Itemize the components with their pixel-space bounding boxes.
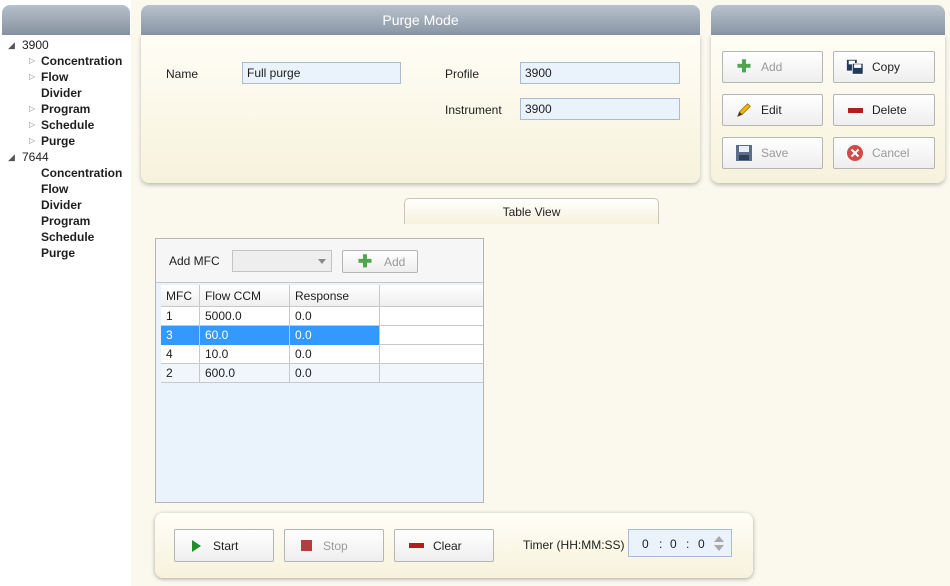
mfc-select[interactable]: [232, 250, 332, 272]
cell-flow-ccm[interactable]: 5000.0: [200, 307, 290, 326]
tree-item-divider[interactable]: Divider: [0, 85, 131, 101]
tree-panel-header: [2, 5, 130, 35]
cell-mfc[interactable]: 1: [161, 307, 200, 326]
cell-response[interactable]: 0.0: [290, 326, 380, 345]
profile-label: Profile: [445, 67, 480, 81]
run-control-panel: Start Stop Clear Timer (HH:MM:SS) 0 : 0 …: [155, 513, 753, 578]
copy-button[interactable]: Copy: [833, 51, 935, 83]
timer-input[interactable]: 0 : 0 : 0: [628, 529, 732, 557]
cell-flow-ccm[interactable]: 60.0: [200, 326, 290, 345]
delete-button[interactable]: Delete: [833, 94, 935, 126]
plus-icon: ✚: [357, 251, 373, 271]
timer-separator: :: [686, 537, 690, 551]
expanded-arrow-icon[interactable]: ◢: [8, 37, 15, 53]
timer-separator: :: [659, 537, 663, 551]
table-row[interactable]: 3 60.0 0.0: [161, 326, 483, 345]
cell-response[interactable]: 0.0: [290, 345, 380, 364]
instrument-label: Instrument: [445, 103, 502, 117]
start-button[interactable]: Start: [174, 529, 274, 562]
cell-filler: [380, 345, 483, 364]
mfc-toolbar: Add MFC ✚ Add: [156, 239, 483, 283]
timer-hours[interactable]: 0: [642, 537, 649, 551]
mfc-table: MFC Flow CCM Response 1 5000.0 0.0 3 60.…: [161, 285, 483, 383]
profile-field[interactable]: 3900: [520, 62, 680, 84]
minus-icon: [846, 101, 864, 119]
spin-down-icon[interactable]: [714, 545, 724, 551]
purge-mode-header: Purge Mode: [141, 5, 700, 35]
minus-icon: [407, 537, 425, 555]
copy-icon: [846, 58, 864, 76]
cell-filler: [380, 364, 483, 383]
tree-item-divider[interactable]: Divider: [0, 197, 131, 213]
tree-item-schedule[interactable]: ▷ Schedule: [0, 117, 131, 133]
tree-item-purge[interactable]: Purge: [0, 245, 131, 261]
mfc-grid-panel: Add MFC ✚ Add MFC Flow CCM Response 1 50…: [155, 238, 484, 503]
chevron-down-icon: [318, 259, 326, 264]
collapsed-arrow-icon[interactable]: ▷: [29, 53, 35, 69]
add-mfc-button[interactable]: ✚ Add: [342, 250, 418, 273]
add-button[interactable]: ✚ Add: [722, 51, 823, 83]
instrument-field[interactable]: 3900: [520, 98, 680, 120]
cell-flow-ccm[interactable]: 10.0: [200, 345, 290, 364]
clear-button[interactable]: Clear: [394, 529, 494, 562]
tree-item-flow[interactable]: ▷ Flow: [0, 69, 131, 85]
save-button[interactable]: Save: [722, 137, 823, 169]
cell-mfc[interactable]: 3: [161, 326, 200, 345]
name-label: Name: [166, 67, 199, 81]
tree-item-program[interactable]: ▷ Program: [0, 101, 131, 117]
tree-item-concentration[interactable]: ▷ Concentration: [0, 53, 131, 69]
cancel-button[interactable]: Cancel: [833, 137, 935, 169]
cell-mfc[interactable]: 2: [161, 364, 200, 383]
column-header-flow-ccm[interactable]: Flow CCM: [200, 285, 290, 307]
tree-item-concentration[interactable]: Concentration: [0, 165, 131, 181]
panel-title: Purge Mode: [382, 12, 459, 28]
tree-item-purge[interactable]: ▷ Purge: [0, 133, 131, 149]
tree-item-schedule[interactable]: Schedule: [0, 229, 131, 245]
tree-node-7644[interactable]: ◢ 7644: [0, 149, 131, 165]
expanded-arrow-icon[interactable]: ◢: [8, 149, 15, 165]
collapsed-arrow-icon[interactable]: ▷: [29, 117, 35, 133]
cell-filler: [380, 307, 483, 326]
collapsed-arrow-icon[interactable]: ▷: [29, 133, 35, 149]
tree-node-3900[interactable]: ◢ 3900: [0, 37, 131, 53]
name-field[interactable]: Full purge: [242, 62, 401, 84]
column-header-filler: [380, 285, 483, 307]
column-header-response[interactable]: Response: [290, 285, 380, 307]
add-mfc-label: Add MFC: [169, 254, 220, 268]
floppy-icon: [735, 144, 753, 162]
timer-seconds[interactable]: 0: [698, 537, 705, 551]
stop-icon: [297, 537, 315, 555]
table-header: MFC Flow CCM Response: [161, 285, 483, 307]
cell-filler: [380, 326, 483, 345]
timer-label: Timer (HH:MM:SS): [523, 538, 625, 552]
cell-response[interactable]: 0.0: [290, 364, 380, 383]
purge-mode-panel: Name Full purge Profile 3900 Instrument …: [141, 35, 700, 183]
edit-button[interactable]: Edit: [722, 94, 823, 126]
tab-table-view[interactable]: Table View: [404, 198, 659, 224]
cancel-icon: [846, 144, 864, 162]
collapsed-arrow-icon[interactable]: ▷: [29, 69, 35, 85]
table-row[interactable]: 4 10.0 0.0: [161, 345, 483, 364]
play-icon: [187, 537, 205, 555]
pencil-icon: [735, 101, 753, 119]
table-row[interactable]: 2 600.0 0.0: [161, 364, 483, 383]
actions-header: [711, 5, 945, 35]
column-header-mfc[interactable]: MFC: [161, 285, 200, 307]
cell-mfc[interactable]: 4: [161, 345, 200, 364]
tree-item-flow[interactable]: Flow: [0, 181, 131, 197]
spin-up-icon[interactable]: [714, 536, 724, 542]
actions-panel: ✚ Add Copy Edit Delete Save Cancel: [711, 35, 945, 183]
timer-minutes[interactable]: 0: [670, 537, 677, 551]
collapsed-arrow-icon[interactable]: ▷: [29, 101, 35, 117]
plus-icon: ✚: [736, 57, 752, 76]
stop-button[interactable]: Stop: [284, 529, 384, 562]
cell-response[interactable]: 0.0: [290, 307, 380, 326]
cell-flow-ccm[interactable]: 600.0: [200, 364, 290, 383]
tree-item-program[interactable]: Program: [0, 213, 131, 229]
profile-tree: ◢ 3900 ▷ Concentration ▷ Flow Divider ▷ …: [0, 37, 131, 261]
table-row[interactable]: 1 5000.0 0.0: [161, 307, 483, 326]
